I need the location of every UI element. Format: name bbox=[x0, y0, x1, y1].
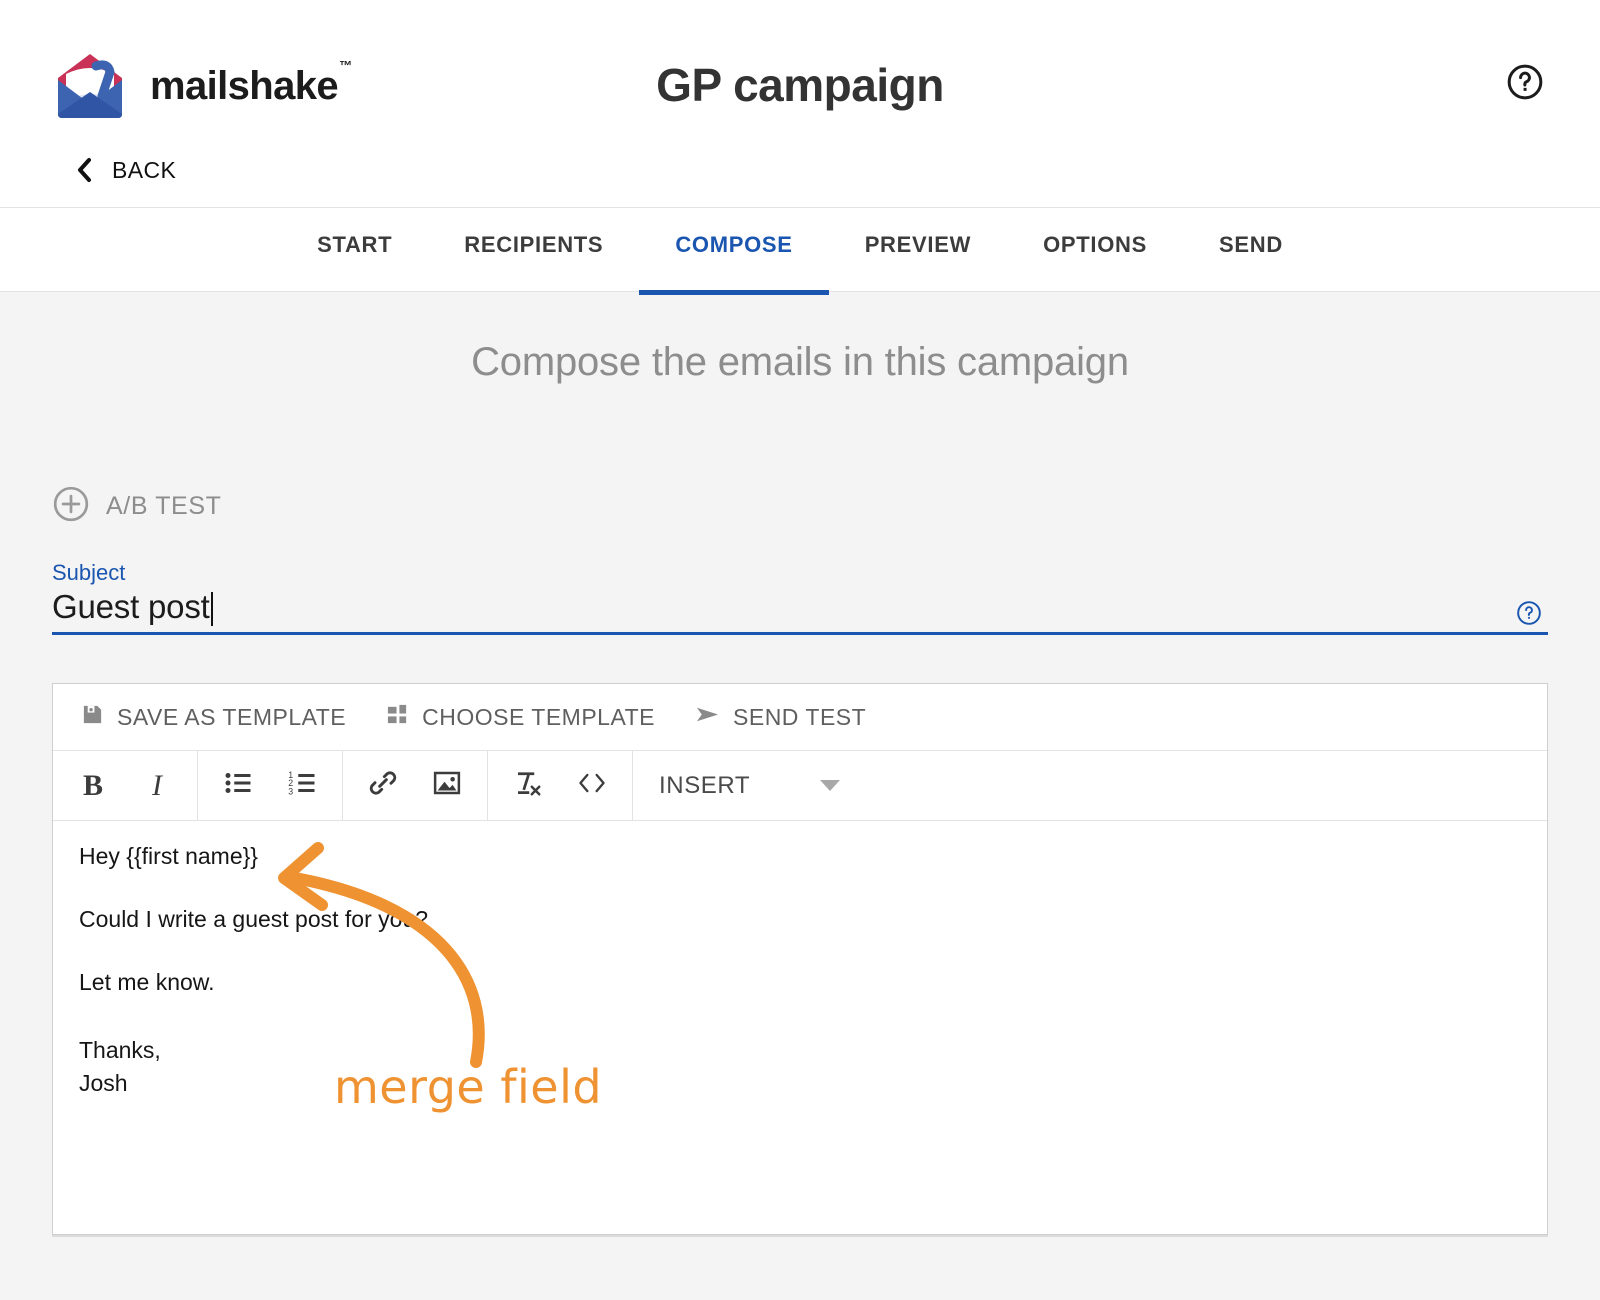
subject-help-icon[interactable] bbox=[1516, 600, 1542, 626]
tab-preview[interactable]: PREVIEW bbox=[829, 212, 1007, 292]
app-header: mailshake™ GP campaign BACK START bbox=[0, 0, 1600, 292]
question-circle-icon[interactable] bbox=[1506, 63, 1544, 101]
toolbar-group-lists: 1 2 3 bbox=[198, 751, 343, 820]
email-editor: SAVE AS TEMPLATE CHOOSE TEMPLATE bbox=[52, 683, 1548, 1235]
email-signoff: Thanks, bbox=[79, 1034, 1521, 1067]
tab-start-label: START bbox=[317, 232, 392, 257]
clear-formatting-icon bbox=[513, 768, 543, 803]
insert-dropdown[interactable]: INSERT bbox=[633, 751, 866, 820]
chevron-left-icon bbox=[74, 156, 94, 184]
compose-content: A/B TEST Subject Guest post bbox=[0, 485, 1600, 1235]
svg-text:3: 3 bbox=[288, 786, 293, 796]
send-test-button[interactable]: SEND TEST bbox=[695, 703, 866, 732]
bold-button[interactable]: B bbox=[61, 751, 125, 821]
image-icon bbox=[432, 768, 462, 803]
tab-compose-label: COMPOSE bbox=[675, 232, 792, 257]
save-as-template-button[interactable]: SAVE AS TEMPLATE bbox=[81, 703, 346, 732]
subject-input[interactable]: Guest post bbox=[52, 588, 1548, 635]
back-button[interactable]: BACK bbox=[74, 156, 176, 184]
send-plane-icon bbox=[695, 703, 720, 732]
tab-options-label: OPTIONS bbox=[1043, 232, 1147, 257]
text-caret bbox=[211, 592, 213, 626]
bullet-list-button[interactable] bbox=[206, 751, 270, 821]
tab-send-label: SEND bbox=[1219, 232, 1283, 257]
link-icon bbox=[367, 767, 399, 804]
tab-preview-label: PREVIEW bbox=[865, 232, 971, 257]
code-button[interactable] bbox=[560, 751, 624, 821]
toolbar-group-insert-media bbox=[343, 751, 488, 820]
tab-recipients-label: RECIPIENTS bbox=[464, 232, 603, 257]
ab-test-label: A/B TEST bbox=[106, 492, 221, 521]
subject-block: Subject Guest post bbox=[52, 560, 1548, 635]
image-button[interactable] bbox=[415, 751, 479, 821]
editor-template-bar: SAVE AS TEMPLATE CHOOSE TEMPLATE bbox=[53, 684, 1547, 751]
plus-circle-icon bbox=[52, 485, 90, 528]
insert-label: INSERT bbox=[659, 772, 750, 800]
email-greeting: Hey {{first name}} bbox=[79, 845, 1521, 868]
italic-button[interactable]: I bbox=[125, 751, 189, 821]
email-signature: Josh bbox=[79, 1067, 1521, 1100]
ab-test-button[interactable]: A/B TEST bbox=[52, 485, 221, 528]
top-bar: mailshake™ GP campaign bbox=[0, 0, 1600, 145]
tab-send[interactable]: SEND bbox=[1183, 212, 1319, 292]
save-as-template-label: SAVE AS TEMPLATE bbox=[117, 704, 346, 731]
chevron-down-icon bbox=[820, 780, 840, 791]
toolbar-group-clear-code bbox=[488, 751, 633, 820]
numbered-list-button[interactable]: 1 2 3 bbox=[270, 751, 334, 821]
toolbar-group-text-style: B I bbox=[53, 751, 198, 820]
template-grid-icon bbox=[386, 703, 409, 732]
section-subtitle: Compose the emails in this campaign bbox=[0, 340, 1600, 385]
numbered-list-icon: 1 2 3 bbox=[287, 768, 317, 803]
code-icon bbox=[577, 770, 607, 801]
email-line-2: Let me know. bbox=[79, 971, 1521, 994]
campaign-tabs: START RECIPIENTS COMPOSE PREVIEW OPTIONS… bbox=[0, 212, 1600, 292]
send-test-label: SEND TEST bbox=[733, 704, 866, 731]
choose-template-button[interactable]: CHOOSE TEMPLATE bbox=[386, 703, 655, 732]
link-button[interactable] bbox=[351, 751, 415, 821]
email-body-input[interactable]: Hey {{first name}} Could I write a guest… bbox=[53, 821, 1547, 1123]
tab-recipients[interactable]: RECIPIENTS bbox=[428, 212, 639, 292]
subject-value: Guest post bbox=[52, 588, 210, 626]
tab-options[interactable]: OPTIONS bbox=[1007, 212, 1183, 292]
bullet-list-icon bbox=[223, 768, 253, 803]
editor-formatting-toolbar: B I bbox=[53, 751, 1547, 821]
back-row: BACK bbox=[0, 150, 1600, 208]
subject-label: Subject bbox=[52, 560, 1548, 586]
choose-template-label: CHOOSE TEMPLATE bbox=[422, 704, 655, 731]
email-line-1: Could I write a guest post for you? bbox=[79, 908, 1521, 931]
save-icon bbox=[81, 703, 104, 732]
clear-formatting-button[interactable] bbox=[496, 751, 560, 821]
page-title: GP campaign bbox=[0, 58, 1600, 112]
tab-compose[interactable]: COMPOSE bbox=[639, 212, 828, 292]
tab-start[interactable]: START bbox=[281, 212, 428, 292]
back-button-label: BACK bbox=[112, 157, 176, 184]
